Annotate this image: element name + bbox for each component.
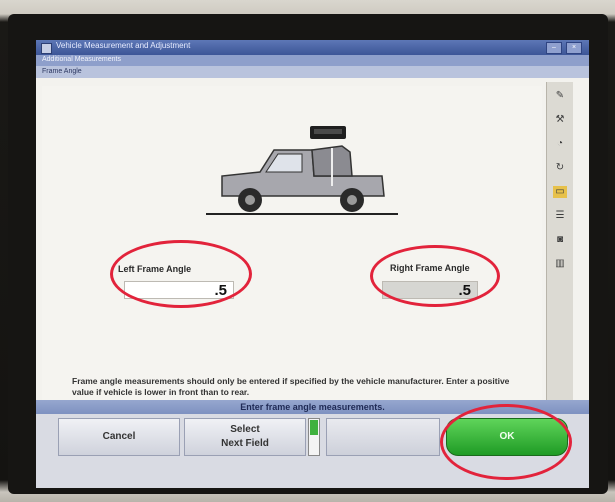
camera-icon[interactable]: ◙ bbox=[553, 234, 567, 246]
ok-button-highlight-ring bbox=[440, 404, 572, 480]
tool-sidebar: ✎ ⚒ ◔ ↻ ▭ ☰ ◙ ▥ bbox=[546, 82, 573, 412]
close-icon[interactable]: × bbox=[566, 42, 582, 54]
page-label-bar: Frame Angle bbox=[36, 66, 589, 78]
select-button-label-line1: Select bbox=[230, 424, 260, 435]
instructions-text: Frame angle measurements should only be … bbox=[72, 376, 510, 397]
list-icon[interactable]: ☰ bbox=[553, 210, 567, 222]
minimize-icon[interactable]: – bbox=[546, 42, 562, 54]
empty-button bbox=[326, 418, 440, 456]
edit-icon[interactable]: ✎ bbox=[553, 90, 567, 102]
window-titlebar: Vehicle Measurement and Adjustment – × bbox=[36, 40, 589, 55]
gauge-icon[interactable]: ◔ bbox=[553, 138, 567, 150]
app-icon bbox=[41, 43, 52, 54]
left-field-highlight-ring bbox=[110, 240, 252, 308]
chart-icon[interactable]: ▥ bbox=[553, 258, 567, 270]
folder-icon[interactable]: ▭ bbox=[553, 186, 567, 198]
refresh-icon[interactable]: ↻ bbox=[553, 162, 567, 174]
wrench-icon[interactable]: ⚒ bbox=[553, 114, 567, 126]
select-button-label-line2: Next Field bbox=[221, 438, 269, 449]
cancel-button-label: Cancel bbox=[102, 431, 136, 442]
select-next-field-button[interactable]: Select Next Field bbox=[184, 418, 306, 456]
window-subtitle-bar: Additional Measurements bbox=[36, 55, 589, 66]
page-label: Frame Angle bbox=[42, 68, 82, 75]
window-title: Vehicle Measurement and Adjustment bbox=[56, 41, 191, 50]
window-subtitle: Additional Measurements bbox=[42, 56, 121, 63]
field-scroll-indicator bbox=[308, 418, 320, 456]
truck-illustration bbox=[206, 126, 398, 215]
right-field-highlight-ring bbox=[370, 245, 500, 307]
main-content: Left Frame Angle .5 Right Frame Angle .5… bbox=[42, 86, 542, 404]
cancel-button[interactable]: Cancel bbox=[58, 418, 180, 456]
